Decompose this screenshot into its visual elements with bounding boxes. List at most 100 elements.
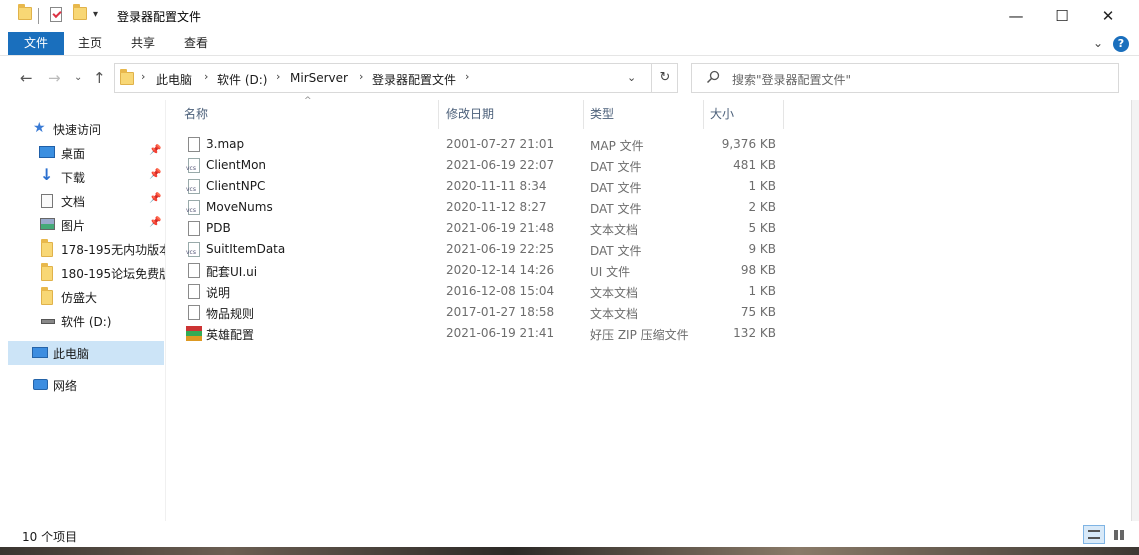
file-type: 好压 ZIP 压缩文件 (590, 328, 689, 342)
table-row[interactable]: 说明 2016-12-08 15:04 文本文档 1 KB (184, 281, 784, 302)
download-icon: ↓ (40, 165, 54, 184)
sidebar-item-desktop[interactable]: 桌面 📌 (8, 141, 164, 165)
tab-file[interactable]: 文件 (8, 32, 64, 55)
address-bar[interactable]: › 此电脑 › 软件 (D:) › MirServer › 登录器配置文件 › … (114, 63, 678, 93)
table-row[interactable]: ClientMon 2021-06-19 22:07 DAT 文件 481 KB (184, 155, 784, 176)
back-button[interactable]: ← (20, 69, 33, 87)
dat-file-icon (186, 158, 200, 173)
breadcrumb-separator[interactable]: › (276, 70, 280, 83)
large-icons-view-button[interactable] (1108, 525, 1130, 544)
file-date: 2021-06-19 21:48 (446, 221, 555, 235)
refresh-button[interactable]: ↻ (651, 64, 678, 92)
table-row[interactable]: 物品规则 2017-01-27 18:58 文本文档 75 KB (184, 302, 784, 323)
help-icon[interactable]: ? (1113, 36, 1129, 52)
search-icon (706, 70, 720, 84)
details-view-button[interactable] (1083, 525, 1105, 544)
maximize-button[interactable]: ☐ (1039, 0, 1085, 32)
file-date: 2020-11-11 8:34 (446, 179, 547, 193)
breadcrumb-this-pc[interactable]: 此电脑 (156, 71, 192, 88)
background-window-edge (1131, 100, 1139, 521)
navigation-pane: ★ 快速访问 桌面 📌 ↓ 下载 📌 文档 📌 图片 📌 178-195无内功版… (0, 100, 166, 521)
sidebar-item-this-pc[interactable]: 此电脑 (8, 341, 164, 365)
sidebar-item-folder-180-195[interactable]: 180-195论坛免费版 (8, 261, 165, 285)
file-date: 2016-12-08 15:04 (446, 284, 555, 298)
file-name: ClientNPC (206, 179, 266, 193)
file-name: 3.map (206, 137, 245, 151)
quick-access-toolbar-dropdown[interactable]: ▾ (93, 9, 98, 20)
file-size: 132 KB (733, 326, 776, 340)
forward-button[interactable]: → (48, 69, 61, 87)
file-icon (188, 263, 200, 278)
sidebar-item-drive-d[interactable]: 软件 (D:) (8, 309, 164, 333)
breadcrumb-separator[interactable]: › (141, 70, 145, 83)
table-row[interactable]: 英雄配置 2021-06-19 21:41 好压 ZIP 压缩文件 132 KB (184, 323, 784, 344)
tab-share[interactable]: 共享 (121, 32, 165, 55)
pin-icon[interactable]: 📌 (149, 169, 161, 180)
breadcrumb-config-folder[interactable]: 登录器配置文件 (372, 71, 456, 88)
expand-ribbon-chevron-icon[interactable]: ⌄ (1093, 36, 1103, 50)
breadcrumb-separator[interactable]: › (359, 70, 363, 83)
breadcrumb-mirserver[interactable]: MirServer (290, 71, 348, 85)
column-header-type[interactable]: 类型 (584, 100, 704, 129)
file-date: 2020-12-14 14:26 (446, 263, 555, 277)
folder-icon (41, 239, 57, 257)
sidebar-item-quick-access[interactable]: ★ 快速访问 (8, 117, 164, 141)
status-bar: 10 个项目 (0, 521, 1139, 547)
sidebar-item-label: 快速访问 (53, 123, 102, 137)
file-size: 9 KB (748, 242, 776, 256)
column-header-name[interactable]: 名称 (178, 100, 439, 129)
pin-icon[interactable]: 📌 (149, 145, 161, 156)
file-type: DAT 文件 (590, 160, 642, 174)
sidebar-item-label: 下载 (61, 171, 86, 185)
breadcrumb-drive-d[interactable]: 软件 (D:) (217, 71, 267, 88)
details-view-icon (1088, 530, 1100, 539)
network-icon (33, 379, 48, 390)
file-name: 配套UI.ui (206, 265, 258, 279)
pin-icon[interactable]: 📌 (149, 193, 161, 204)
drive-icon (41, 319, 55, 324)
sidebar-item-label: 仿盛大 (61, 291, 98, 305)
sidebar-item-documents[interactable]: 文档 📌 (8, 189, 164, 213)
table-row[interactable]: SuitItemData 2021-06-19 22:25 DAT 文件 9 K… (184, 239, 784, 260)
close-button[interactable]: ✕ (1085, 0, 1131, 32)
table-row[interactable]: MoveNums 2020-11-12 8:27 DAT 文件 2 KB (184, 197, 784, 218)
search-input[interactable]: 搜索"登录器配置文件" (691, 63, 1119, 93)
file-name: PDB (206, 221, 231, 235)
sidebar-item-label: 网络 (53, 379, 78, 393)
sidebar-item-folder-178-195[interactable]: 178-195无内功版本 (8, 237, 165, 261)
table-row[interactable]: PDB 2021-06-19 21:48 文本文档 5 KB (184, 218, 784, 239)
file-name: SuitItemData (206, 242, 286, 256)
item-count: 10 个项目 (22, 530, 78, 544)
recent-locations-chevron-icon[interactable]: ⌄ (74, 72, 82, 83)
file-size: 2 KB (748, 200, 776, 214)
tab-home[interactable]: 主页 (68, 32, 112, 55)
breadcrumb-separator[interactable]: › (465, 70, 469, 83)
table-row[interactable]: 配套UI.ui 2020-12-14 14:26 UI 文件 98 KB (184, 260, 784, 281)
sidebar-item-label: 桌面 (61, 147, 86, 161)
file-size: 75 KB (740, 305, 776, 319)
sidebar-item-downloads[interactable]: ↓ 下载 📌 (8, 165, 164, 189)
file-size: 5 KB (748, 221, 776, 235)
address-dropdown-chevron-icon[interactable]: ⌄ (627, 71, 636, 84)
up-button[interactable]: ↑ (93, 69, 106, 87)
text-file-icon (188, 305, 200, 320)
column-header-date[interactable]: 修改日期 (440, 100, 584, 129)
table-row[interactable]: 3.map 2001-07-27 21:01 MAP 文件 9,376 KB (184, 134, 784, 155)
text-file-icon (188, 284, 200, 299)
dat-file-icon (186, 200, 200, 215)
text-file-icon (188, 221, 200, 236)
file-name: ClientMon (206, 158, 267, 172)
sidebar-item-network[interactable]: 网络 (8, 373, 164, 397)
pin-icon[interactable]: 📌 (149, 217, 161, 228)
properties-icon[interactable] (50, 7, 62, 22)
table-row[interactable]: ClientNPC 2020-11-11 8:34 DAT 文件 1 KB (184, 176, 784, 197)
sidebar-item-pictures[interactable]: 图片 📌 (8, 213, 164, 237)
new-folder-icon[interactable] (73, 4, 87, 20)
minimize-button[interactable]: — (993, 0, 1039, 32)
tab-view[interactable]: 查看 (174, 32, 218, 55)
breadcrumb-separator[interactable]: › (204, 70, 208, 83)
file-type: DAT 文件 (590, 202, 642, 216)
sidebar-item-folder-fangshengda[interactable]: 仿盛大 (8, 285, 164, 309)
column-header-size[interactable]: 大小 (704, 100, 784, 129)
file-size: 481 KB (733, 158, 776, 172)
